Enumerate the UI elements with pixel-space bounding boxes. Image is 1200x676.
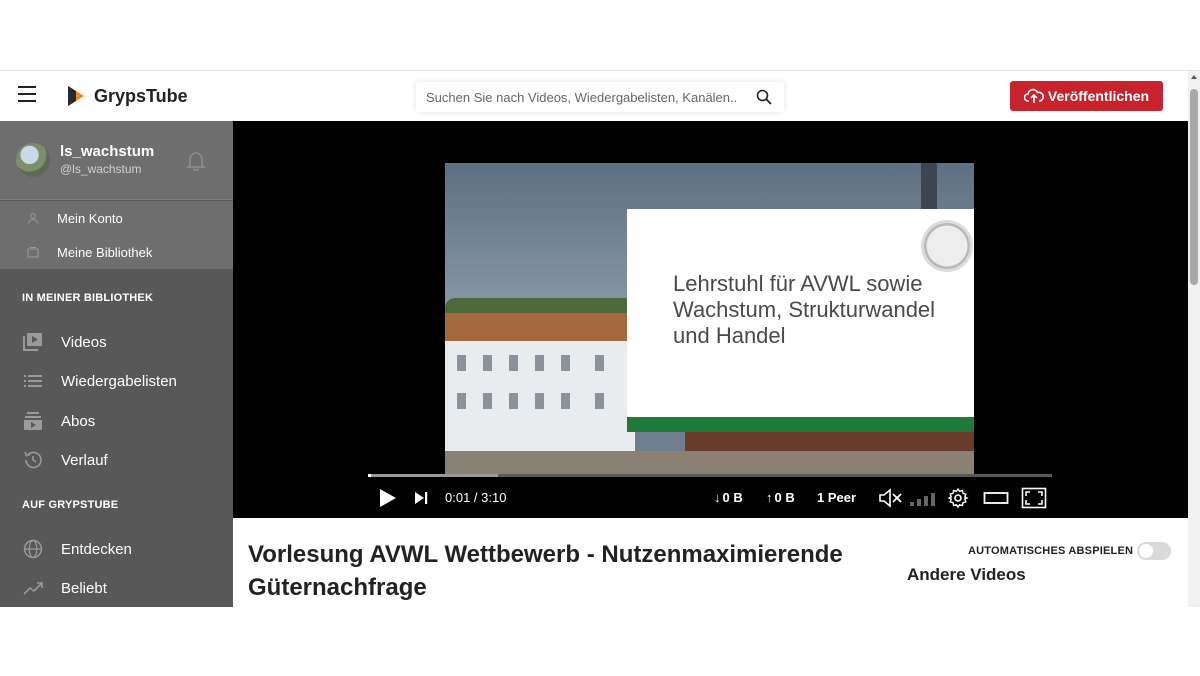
other-videos-heading: Andere Videos	[907, 565, 1026, 584]
sidebar-item-label: Beliebt	[61, 579, 107, 597]
trending-icon	[23, 582, 43, 595]
bell-icon[interactable]	[186, 149, 206, 171]
publish-label: Veröffentlichen	[1047, 88, 1150, 104]
app-logo[interactable]: GrypsTube	[66, 84, 188, 108]
video-frame[interactable]: Lehrstuhl für AVWL sowie Wachstum, Struk…	[445, 163, 974, 474]
scene-roof	[445, 313, 635, 341]
sidebar: ls_wachstum @ls_wachstum Mein Konto Mein…	[0, 121, 233, 607]
sidebar-item-label: Entdecken	[61, 540, 132, 558]
current-time: 0:01	[445, 490, 471, 505]
download-arrow-icon: ↓	[714, 490, 721, 505]
playlist-icon	[24, 375, 42, 387]
play-icon[interactable]	[379, 487, 397, 509]
upload-stat: ↑ 0 B	[766, 490, 795, 505]
upload-arrow-icon: ↑	[766, 490, 773, 505]
theater-mode-icon[interactable]	[983, 487, 1009, 509]
progress-bar[interactable]	[368, 474, 1052, 477]
scrollbar-thumb[interactable]	[1190, 89, 1198, 285]
page-scrollbar[interactable]	[1188, 71, 1200, 607]
library-icon	[27, 247, 39, 258]
sidebar-item-label: Videos	[61, 333, 107, 351]
progress-buffered	[368, 474, 498, 477]
sidebar-item-history[interactable]: Verlauf	[0, 442, 233, 478]
volume-level-icon[interactable]	[909, 487, 937, 509]
university-seal-logo	[921, 220, 973, 272]
peers-stat: 1 Peer	[817, 490, 857, 505]
video-library-icon	[23, 333, 42, 351]
video-title: Vorlesung AVWL Wettbewerb - Nutzenmaximi…	[248, 541, 843, 601]
app-name: GrypsTube	[94, 85, 188, 106]
scene-street	[445, 451, 974, 474]
user-icon	[28, 213, 38, 224]
username[interactable]: ls_wachstum	[60, 143, 154, 160]
sidebar-item-label: Abos	[61, 412, 96, 430]
top-bar: GrypsTube Veröffentlichen	[0, 71, 1188, 121]
time-display: 0:01 / 3:10	[445, 490, 506, 505]
logo-play-icon	[68, 86, 84, 106]
next-icon[interactable]	[413, 487, 429, 509]
publish-button[interactable]: Veröffentlichen	[1010, 81, 1163, 111]
sidebar-item-trending[interactable]: Beliebt	[0, 570, 233, 606]
sidebar-item-my-library[interactable]: Meine Bibliothek	[0, 235, 233, 269]
search-input[interactable]	[426, 82, 746, 112]
subscriptions-icon	[24, 412, 42, 430]
duration: 3:10	[481, 490, 507, 505]
upload-value: 0 B	[774, 490, 795, 505]
time-separator: /	[470, 490, 482, 505]
sidebar-item-subscriptions[interactable]: Abos	[0, 403, 233, 439]
sidebar-item-label: Verlauf	[61, 451, 108, 469]
globe-icon	[23, 539, 43, 559]
scene-tower	[921, 163, 937, 211]
toggle-knob	[1139, 544, 1153, 558]
scroll-up-arrow-icon[interactable]	[1191, 75, 1197, 79]
autoplay-label: AUTOMATISCHES ABSPIELEN	[968, 545, 1134, 557]
sidebar-item-discover[interactable]: Entdecken	[0, 531, 233, 567]
avatar[interactable]	[16, 143, 50, 177]
section-title-library: IN MEINER BIBLIOTHEK	[22, 292, 154, 304]
volume-muted-icon[interactable]	[878, 487, 904, 509]
sidebar-item-label: Mein Konto	[57, 210, 123, 226]
sidebar-item-label: Meine Bibliothek	[57, 244, 153, 260]
section-title-site: AUF GRYPSTUBE	[22, 499, 119, 511]
sidebar-item-playlists[interactable]: Wiedergabelisten	[0, 363, 233, 399]
hamburger-menu-icon[interactable]	[18, 86, 38, 106]
slide-accent-bar	[627, 417, 974, 432]
player-controls: 0:01 / 3:10 ↓ 0 B ↑ 0 B 1 Peer	[233, 483, 1188, 513]
download-value: 0 B	[722, 490, 743, 505]
sidebar-item-videos[interactable]: Videos	[0, 324, 233, 360]
search-icon[interactable]	[756, 89, 772, 105]
fullscreen-icon[interactable]	[1021, 487, 1047, 509]
user-handle: @ls_wachstum	[60, 162, 142, 176]
autoplay-toggle[interactable]	[1137, 542, 1171, 560]
account-links: Mein Konto Meine Bibliothek	[0, 201, 233, 269]
slide-text: Lehrstuhl für AVWL sowie Wachstum, Struk…	[673, 271, 936, 348]
download-stat: ↓ 0 B	[714, 490, 743, 505]
browser-viewport: GrypsTube Veröffentlichen ls_wachstum @l…	[0, 70, 1200, 607]
history-icon	[24, 451, 42, 469]
user-profile: ls_wachstum @ls_wachstum	[0, 121, 233, 200]
sidebar-item-my-account[interactable]: Mein Konto	[0, 201, 233, 235]
search-box	[416, 82, 784, 112]
scene-building	[445, 341, 635, 451]
video-player[interactable]: Lehrstuhl für AVWL sowie Wachstum, Struk…	[233, 121, 1188, 518]
progress-played	[368, 474, 371, 477]
sidebar-item-label: Wiedergabelisten	[61, 372, 177, 390]
settings-gear-icon[interactable]	[947, 487, 969, 509]
cloud-upload-icon	[1023, 88, 1044, 103]
